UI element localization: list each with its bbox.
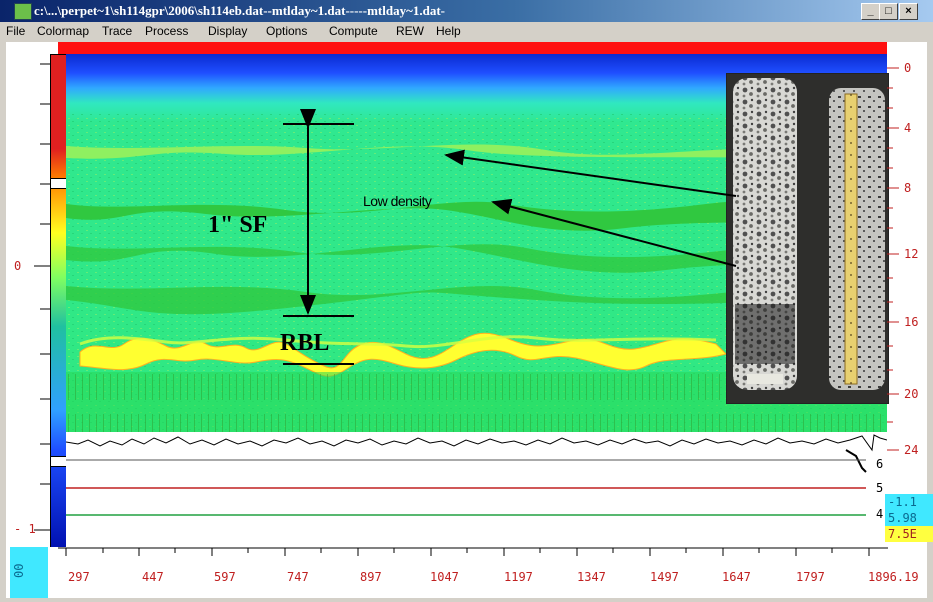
rbl-label: RBL [280,330,330,356]
x-tick-597: 597 [214,570,236,584]
x-tick-1896: 1896.19 [868,570,919,584]
trace-scale-4: 4 [876,507,884,521]
value-box-min: -1.1 [885,494,933,510]
value-box-max: 7.5E [885,526,933,542]
x-tick-1647: 1647 [722,570,751,584]
x-tick-1497: 1497 [650,570,679,584]
arrow-top-void [444,149,737,197]
right-tick-8: 8 [904,181,912,195]
x-tick-1197: 1197 [504,570,533,584]
right-tick-16: 16 [904,315,919,329]
right-tick-4: 4 [904,121,912,135]
x-tick-1797: 1797 [796,570,825,584]
sf-thickness-marker [283,109,354,365]
sf-thickness-label: 1" SF [208,212,268,238]
corner-label: 00 [12,563,26,578]
low-density-label: Low density [363,193,432,209]
trace-panel[interactable] [66,432,887,547]
trace-scale-5: 5 [876,481,884,495]
x-tick-897: 897 [360,570,382,584]
right-tick-24: 24 [904,443,919,457]
x-tick-747: 747 [287,570,309,584]
value-box-mid: 5.98 [885,510,933,526]
trace-scale-6: 6 [876,457,884,471]
right-tick-12: 12 [904,247,919,261]
x-tick-297: 297 [68,570,90,584]
right-tick-20: 20 [904,387,919,401]
x-tick-447: 447 [142,570,164,584]
right-axis-ticks [887,67,899,451]
x-tick-1347: 1347 [577,570,606,584]
right-tick-0: 0 [904,61,912,75]
arrow-low-density [491,198,737,267]
x-tick-1047: 1047 [430,570,459,584]
bottom-axis-ticks [58,547,888,556]
